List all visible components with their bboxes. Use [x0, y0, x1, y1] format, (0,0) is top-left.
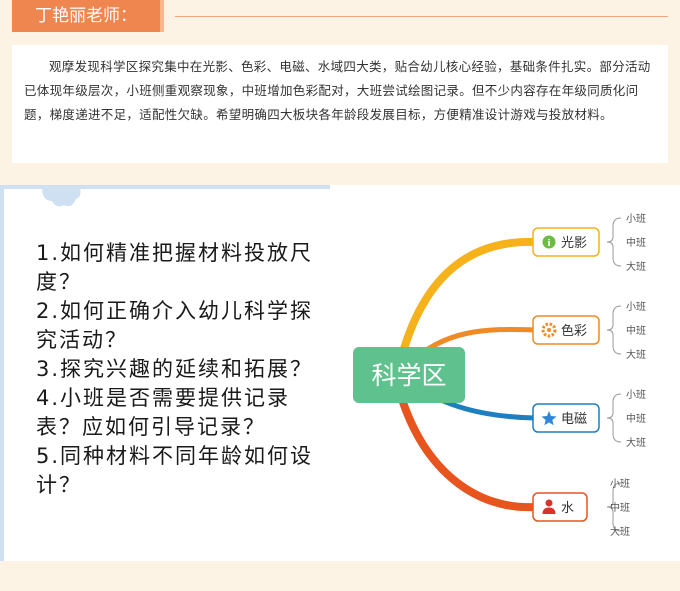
level-label: 大班: [626, 348, 646, 361]
branch-node-water: [532, 492, 588, 522]
header-divider: [175, 16, 668, 17]
brace-color: [606, 305, 622, 355]
cloud-icon: [42, 187, 81, 207]
level-label: 中班: [626, 324, 646, 337]
center-node-label: 科学区: [371, 361, 446, 390]
level-label: 中班: [626, 236, 646, 249]
mindmap-canvas: 科学区 i 光影 色彩 电磁 水 小班 中班 大班 小班 中班 大班 小班 中班…: [353, 213, 646, 538]
level-label: 小班: [626, 301, 646, 313]
intro-paragraph: 观摩发现科学区探究集中在光影、色彩、电磁、水域四大类，贴合幼儿核心经验，基础条件…: [12, 45, 668, 163]
question-item: 1.如何精准把握材料投放尺度？: [36, 241, 314, 294]
figure-panel: 1.如何精准把握材料投放尺度？ 2.如何正确介入幼儿科学探究活动？ 3.探究兴趣…: [0, 185, 680, 591]
level-label: 大班: [626, 436, 646, 449]
level-label: 中班: [610, 501, 630, 514]
level-label: 小班: [626, 213, 646, 225]
brace-light: [606, 217, 622, 267]
question-item: 3.探究兴趣的延续和拓展？: [36, 357, 314, 381]
figure-bottom-strip: [0, 561, 680, 591]
branch-label-water: 水: [561, 501, 574, 516]
level-label: 小班: [626, 389, 646, 401]
branch-label-color: 色彩: [561, 323, 587, 339]
level-label: 中班: [626, 412, 646, 425]
branch-label-light: 光影: [561, 236, 587, 251]
branch-connector-light: [396, 237, 539, 367]
svg-text:i: i: [547, 239, 550, 249]
questions-card: 1.如何精准把握材料投放尺度？ 2.如何正确介入幼儿科学探究活动？ 3.探究兴趣…: [0, 185, 330, 561]
level-label: 大班: [626, 260, 646, 273]
branch-label-magnet: 电磁: [561, 412, 587, 427]
science-area-mindmap: 科学区 i 光影 色彩 电磁 水 小班 中班 大班 小班 中班 大班 小班 中班…: [330, 185, 680, 561]
title-tab-accent: [160, 0, 164, 32]
question-item: 2.如何正确介入幼儿科学探究活动？: [36, 299, 314, 352]
section-title: 丁艳丽老师：: [35, 6, 137, 26]
question-item: 5.同种材料不同年龄如何设计？: [36, 444, 314, 497]
questions-list: 1.如何精准把握材料投放尺度？ 2.如何正确介入幼儿科学探究活动？ 3.探究兴趣…: [36, 239, 326, 500]
question-item: 4.小班是否需要提供记录表？应如何引导记录？: [36, 386, 291, 439]
level-label: 大班: [610, 525, 630, 538]
brace-magnet: [606, 393, 622, 443]
section-title-tab: 丁艳丽老师：: [12, 0, 160, 32]
level-label: 小班: [610, 478, 630, 490]
